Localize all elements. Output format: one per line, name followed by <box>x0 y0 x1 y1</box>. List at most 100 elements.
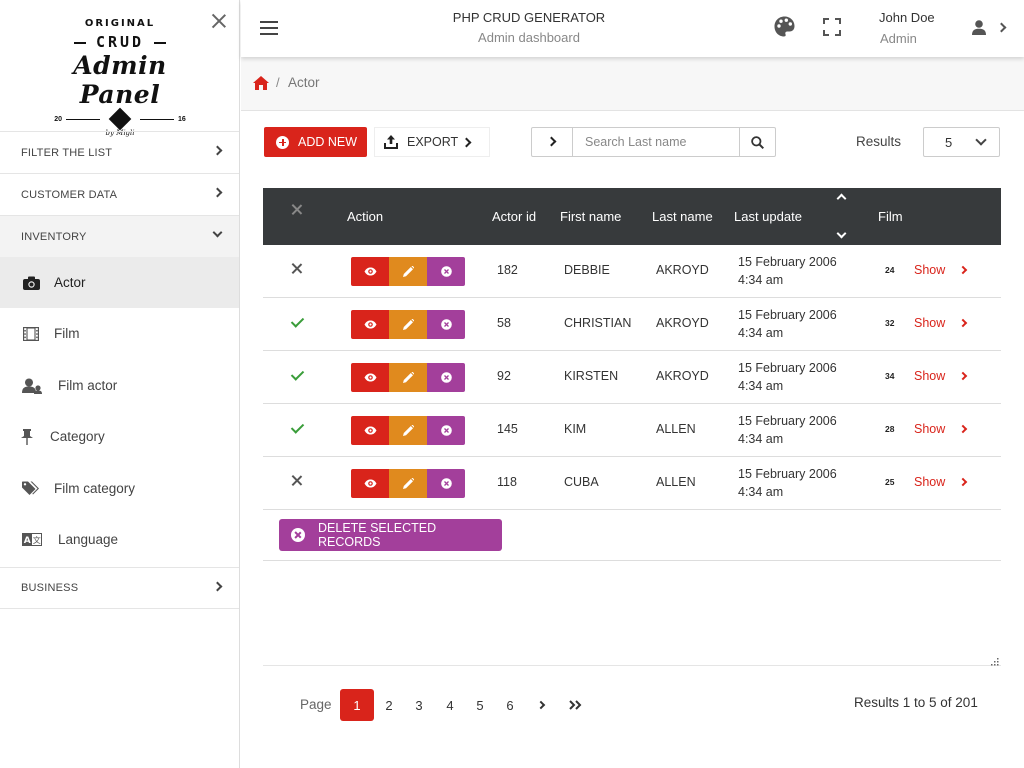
cell-actor-id: 118 <box>497 475 517 489</box>
chevron-right-icon <box>212 187 223 198</box>
row-selected-check-icon[interactable] <box>290 315 304 329</box>
search-button[interactable] <box>739 128 775 156</box>
row-selected-check-icon[interactable] <box>290 368 304 382</box>
resize-handle-icon[interactable] <box>990 654 999 666</box>
sidebar-item-category[interactable]: Category <box>0 411 239 462</box>
film-count-badge: 32 <box>885 318 895 328</box>
records-table: Action Actor id First name Last name Las… <box>263 188 1001 510</box>
plus-circle-icon <box>276 135 289 149</box>
sidebar-item-film[interactable]: Film <box>0 308 239 359</box>
sidebar-item-film-actor[interactable]: Film actor <box>0 360 239 411</box>
view-button[interactable] <box>351 416 389 445</box>
logo-line-original: ORIGINAL <box>84 18 156 29</box>
delete-button[interactable] <box>427 310 465 339</box>
row-actions <box>351 310 465 339</box>
deselect-all-icon[interactable] <box>291 204 303 216</box>
edit-button[interactable] <box>389 469 427 498</box>
page-button-1[interactable]: 1 <box>340 689 374 721</box>
eye-icon <box>364 267 377 276</box>
delete-circle-icon <box>440 425 452 436</box>
user-icon[interactable] <box>972 20 986 38</box>
results-per-page-select[interactable]: 5 <box>923 127 1000 157</box>
user-name: John Doe <box>879 10 935 25</box>
pencil-icon <box>402 266 414 277</box>
edit-button[interactable] <box>389 310 427 339</box>
sidebar-section-filter[interactable]: FILTER THE LIST <box>0 131 239 173</box>
page-button-2[interactable]: 2 <box>374 689 404 721</box>
chevron-right-icon[interactable] <box>958 477 968 487</box>
delete-selected-button[interactable]: DELETE SELECTED RECORDS <box>279 519 502 551</box>
chevron-right-icon <box>212 145 223 156</box>
page-button-5[interactable]: 5 <box>465 689 495 721</box>
search-field-toggle[interactable] <box>532 128 573 156</box>
top-header: PHP CRUD GENERATOR Admin dashboard John … <box>241 0 1024 57</box>
sort-descending-icon[interactable] <box>836 228 847 239</box>
page-button-6[interactable]: 6 <box>495 689 525 721</box>
show-films-link[interactable]: Show <box>914 475 945 489</box>
sort-ascending-icon[interactable] <box>836 193 847 204</box>
table-row: 92 KIRSTEN AKROYD 15 February 2006 4:34 am 34… <box>263 351 1001 404</box>
row-unselected-x-icon[interactable] <box>290 474 304 488</box>
chevron-right-icon[interactable] <box>958 265 968 275</box>
double-chevron-right-icon <box>568 700 581 710</box>
show-films-link[interactable]: Show <box>914 263 945 277</box>
cell-actor-id: 182 <box>497 263 518 277</box>
show-films-link[interactable]: Show <box>914 369 945 383</box>
close-icon[interactable] <box>210 12 228 30</box>
delete-button[interactable] <box>427 469 465 498</box>
sidebar-section-business[interactable]: BUSINESS <box>0 567 239 609</box>
next-page-button[interactable] <box>526 689 556 721</box>
pencil-icon <box>402 319 414 330</box>
page-button-4[interactable]: 4 <box>435 689 465 721</box>
chevron-right-icon[interactable] <box>996 22 1007 33</box>
chevron-right-icon[interactable] <box>958 424 968 434</box>
view-button[interactable] <box>351 469 389 498</box>
logo-year: 20 16 <box>30 107 210 131</box>
sidebar-item-label: Category <box>50 429 105 444</box>
sidebar-item-label: Film actor <box>58 378 118 393</box>
fullscreen-icon[interactable] <box>823 18 841 36</box>
show-films-link[interactable]: Show <box>914 316 945 330</box>
menu-icon[interactable] <box>260 21 278 35</box>
export-button[interactable]: EXPORT <box>374 127 490 157</box>
view-button[interactable] <box>351 310 389 339</box>
pencil-icon <box>402 478 414 489</box>
last-page-button[interactable] <box>560 689 590 721</box>
delete-button[interactable] <box>427 257 465 286</box>
column-header-last-update[interactable]: Last update <box>734 209 802 224</box>
row-unselected-x-icon[interactable] <box>290 262 304 276</box>
column-header-actor-id[interactable]: Actor id <box>492 209 536 224</box>
column-header-last-name[interactable]: Last name <box>652 209 713 224</box>
sidebar-item-label: Actor <box>54 275 86 290</box>
sidebar-item-language[interactable]: A文 Language <box>0 514 239 565</box>
camera-icon <box>20 274 42 292</box>
pin-icon <box>20 428 34 446</box>
palette-icon[interactable] <box>774 16 795 40</box>
cell-last-name: ALLEN <box>656 422 696 436</box>
sidebar-item-film-category[interactable]: Film category <box>0 463 239 514</box>
sidebar-section-customer-data[interactable]: CUSTOMER DATA <box>0 173 239 215</box>
delete-button[interactable] <box>427 363 465 392</box>
home-icon[interactable] <box>253 76 269 93</box>
view-button[interactable] <box>351 257 389 286</box>
cell-first-name: DEBBIE <box>564 263 610 277</box>
edit-button[interactable] <box>389 257 427 286</box>
sidebar-item-actor[interactable]: Actor <box>0 257 239 308</box>
section-label: CUSTOMER DATA <box>21 188 118 201</box>
search-input[interactable] <box>574 128 739 156</box>
sidebar-item-label: Language <box>58 532 119 547</box>
sidebar-section-inventory[interactable]: INVENTORY <box>0 215 239 257</box>
add-new-button[interactable]: ADD NEW <box>264 127 367 157</box>
view-button[interactable] <box>351 363 389 392</box>
show-films-link[interactable]: Show <box>914 422 945 436</box>
column-header-first-name[interactable]: First name <box>560 209 621 224</box>
delete-button[interactable] <box>427 416 465 445</box>
search-box <box>531 127 776 157</box>
delete-circle-icon <box>440 266 452 277</box>
chevron-right-icon[interactable] <box>958 371 968 381</box>
chevron-right-icon[interactable] <box>958 318 968 328</box>
edit-button[interactable] <box>389 416 427 445</box>
page-button-3[interactable]: 3 <box>404 689 434 721</box>
edit-button[interactable] <box>389 363 427 392</box>
row-selected-check-icon[interactable] <box>290 421 304 435</box>
